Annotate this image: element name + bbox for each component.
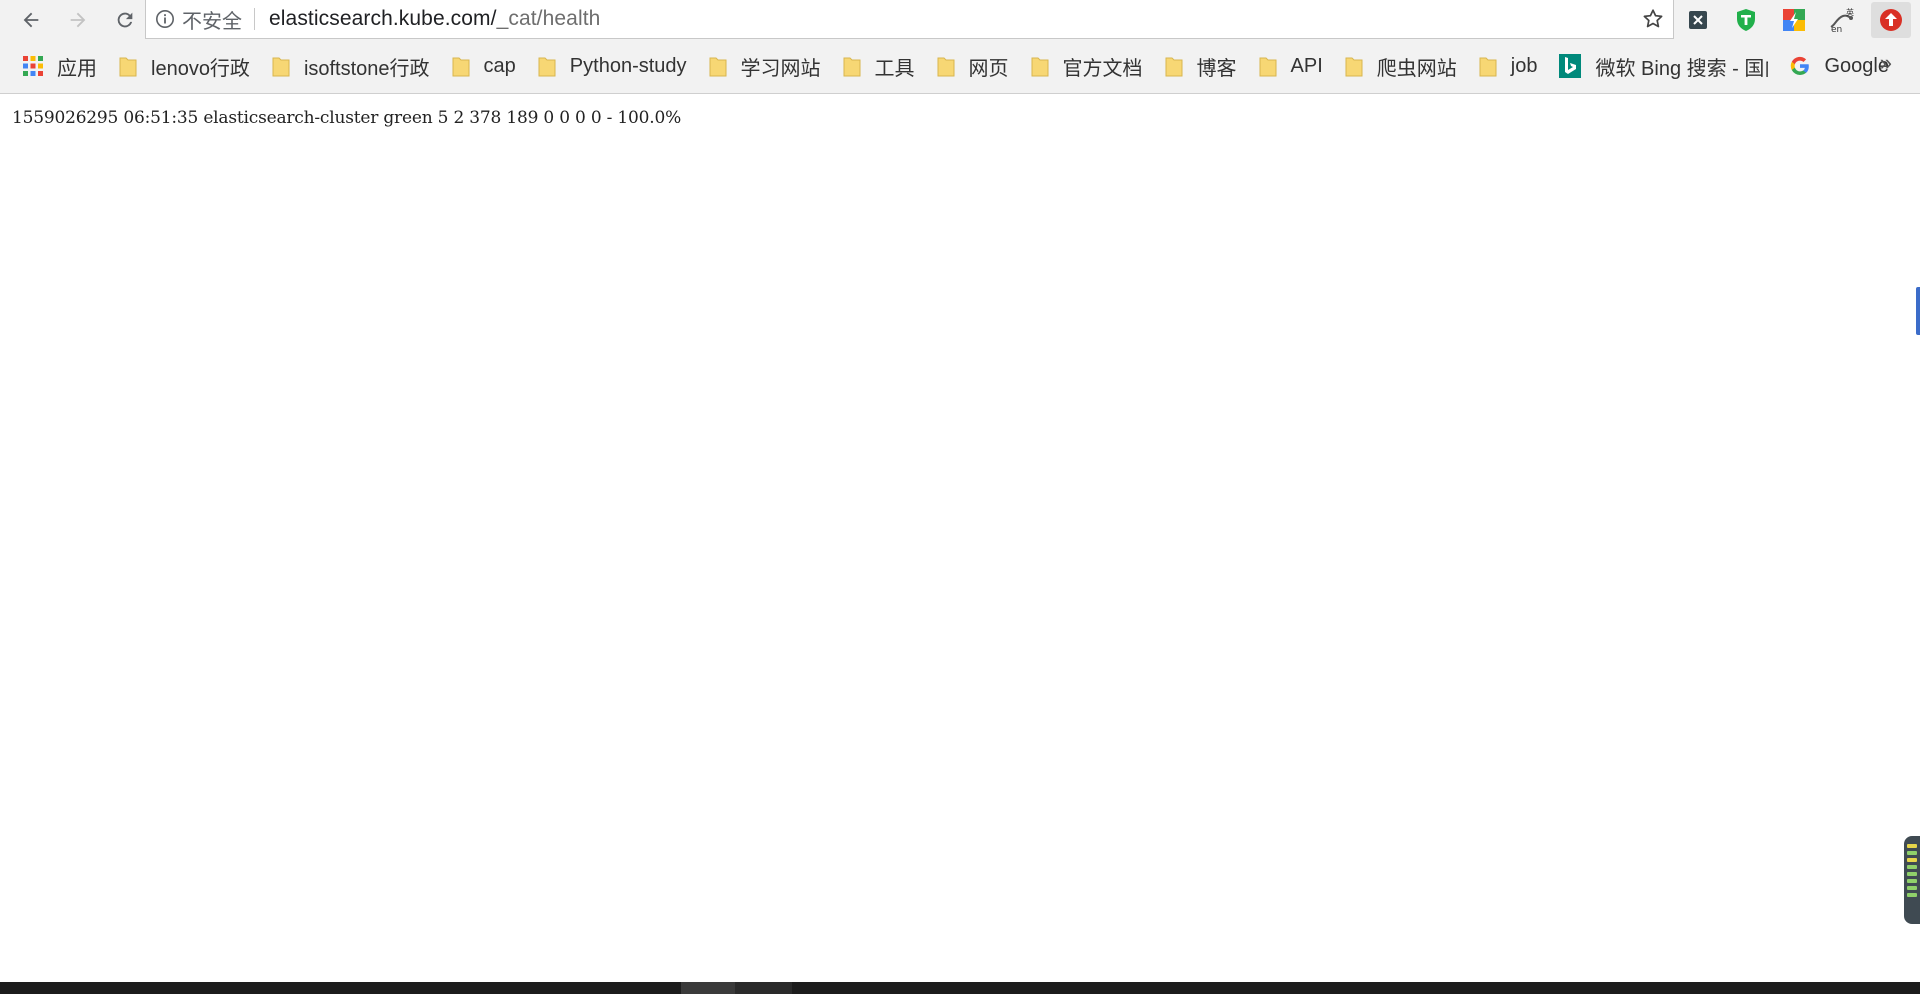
omnibox-separator [254, 8, 255, 30]
bookmark-folder[interactable]: 工具 [843, 49, 915, 83]
folder-icon [538, 57, 556, 77]
bookmark-label: Python-study [569, 54, 687, 77]
taskbar-item[interactable] [735, 982, 792, 994]
folder-icon [272, 57, 290, 77]
bookmark-label: API [1290, 54, 1323, 77]
cluster-health-text: 1559026295 06:51:35 elasticsearch-cluste… [12, 108, 682, 128]
bookmark-label: 微软 Bing 搜索 - 国内版 [1595, 57, 1768, 80]
bookmark-folder[interactable]: 博客 [1165, 49, 1237, 83]
url-path: _cat/health [496, 7, 601, 30]
bookmark-label: 学习网站 [740, 57, 821, 80]
upload-extension-icon[interactable] [1871, 2, 1911, 38]
translate-en-extension-icon[interactable]: en 英 [1827, 5, 1857, 35]
bookmark-folder[interactable]: Python-study [538, 49, 687, 83]
bookmark-label: cap [483, 54, 516, 77]
bookmark-label: 博客 [1196, 57, 1237, 80]
bookmark-folder[interactable]: lenovo行政 [119, 49, 250, 83]
bookmark-folder[interactable]: API [1259, 49, 1323, 83]
bookmark-google[interactable]: Google [1790, 49, 1889, 83]
folder-icon [1479, 57, 1497, 77]
security-label[interactable]: 不安全 [182, 5, 242, 34]
reload-button[interactable] [108, 3, 142, 37]
bookmark-label: 官方文档 [1062, 57, 1143, 80]
bookmark-folder[interactable]: 网页 [937, 49, 1009, 83]
bookmark-folder[interactable]: 爬虫网站 [1345, 49, 1457, 83]
folder-icon [1031, 57, 1049, 77]
google-icon [1791, 56, 1810, 76]
page-content: 1559026295 06:51:35 elasticsearch-cluste… [0, 95, 1920, 982]
forward-arrow-icon [70, 12, 86, 27]
svg-text:en: en [1831, 25, 1842, 33]
bookmark-label: 应用 [57, 57, 97, 80]
bookmark-label: 爬虫网站 [1376, 57, 1457, 80]
folder-icon [1345, 57, 1363, 77]
folder-icon [119, 57, 137, 77]
url-text[interactable]: elasticsearch.kube.com/_cat/health [269, 7, 600, 31]
apps-grid-icon [23, 56, 43, 76]
browser-toolbar: 不安全 elasticsearch.kube.com/_cat/health e… [0, 0, 1920, 39]
bookmark-folder[interactable]: cap [452, 49, 516, 83]
bookmark-apps[interactable]: 应用 [22, 49, 97, 83]
folder-icon [1259, 57, 1277, 77]
bookmarks-bar: 应用 lenovo行政 isoftstone行政 cap Python-stud… [0, 39, 1920, 94]
bookmark-label: 网页 [968, 57, 1009, 80]
bookmark-star-icon[interactable] [1641, 7, 1665, 31]
back-arrow-icon [23, 12, 39, 27]
x-extension-icon[interactable] [1683, 5, 1713, 35]
folder-icon [843, 57, 861, 77]
bookmark-label: 工具 [874, 57, 915, 80]
svg-text:英: 英 [1846, 7, 1854, 17]
info-icon[interactable] [154, 8, 176, 30]
back-button[interactable] [14, 3, 48, 37]
t-shield-extension-icon[interactable] [1731, 5, 1761, 35]
bookmark-folder[interactable]: job [1479, 49, 1538, 83]
bookmark-label: lenovo行政 [151, 57, 250, 80]
side-monitor-widget[interactable] [1904, 836, 1920, 924]
folder-icon [937, 57, 955, 77]
bing-icon [1559, 54, 1582, 78]
bookmark-label: job [1510, 54, 1538, 77]
edge-side-tab[interactable] [1916, 287, 1920, 335]
taskbar-item[interactable] [681, 982, 735, 994]
folder-icon [1165, 57, 1183, 77]
bookmark-folder[interactable]: 学习网站 [709, 49, 821, 83]
folder-icon [709, 57, 727, 77]
address-bar[interactable]: 不安全 elasticsearch.kube.com/_cat/health [145, 0, 1674, 39]
forward-button[interactable] [61, 3, 95, 37]
bookmark-folder[interactable]: isoftstone行政 [272, 49, 430, 83]
bookmark-bing[interactable]: 微软 Bing 搜索 - 国内版 [1559, 49, 1768, 83]
bookmarks-overflow-chevron-icon[interactable]: » [1880, 50, 1892, 76]
bookmark-label: isoftstone行政 [303, 57, 430, 80]
bookmark-folder[interactable]: 官方文档 [1031, 49, 1143, 83]
os-taskbar [0, 982, 1920, 994]
colorful-extension-icon[interactable] [1779, 5, 1809, 35]
folder-icon [452, 57, 470, 77]
reload-icon [117, 12, 133, 27]
url-host: elasticsearch.kube.com/ [269, 7, 497, 30]
